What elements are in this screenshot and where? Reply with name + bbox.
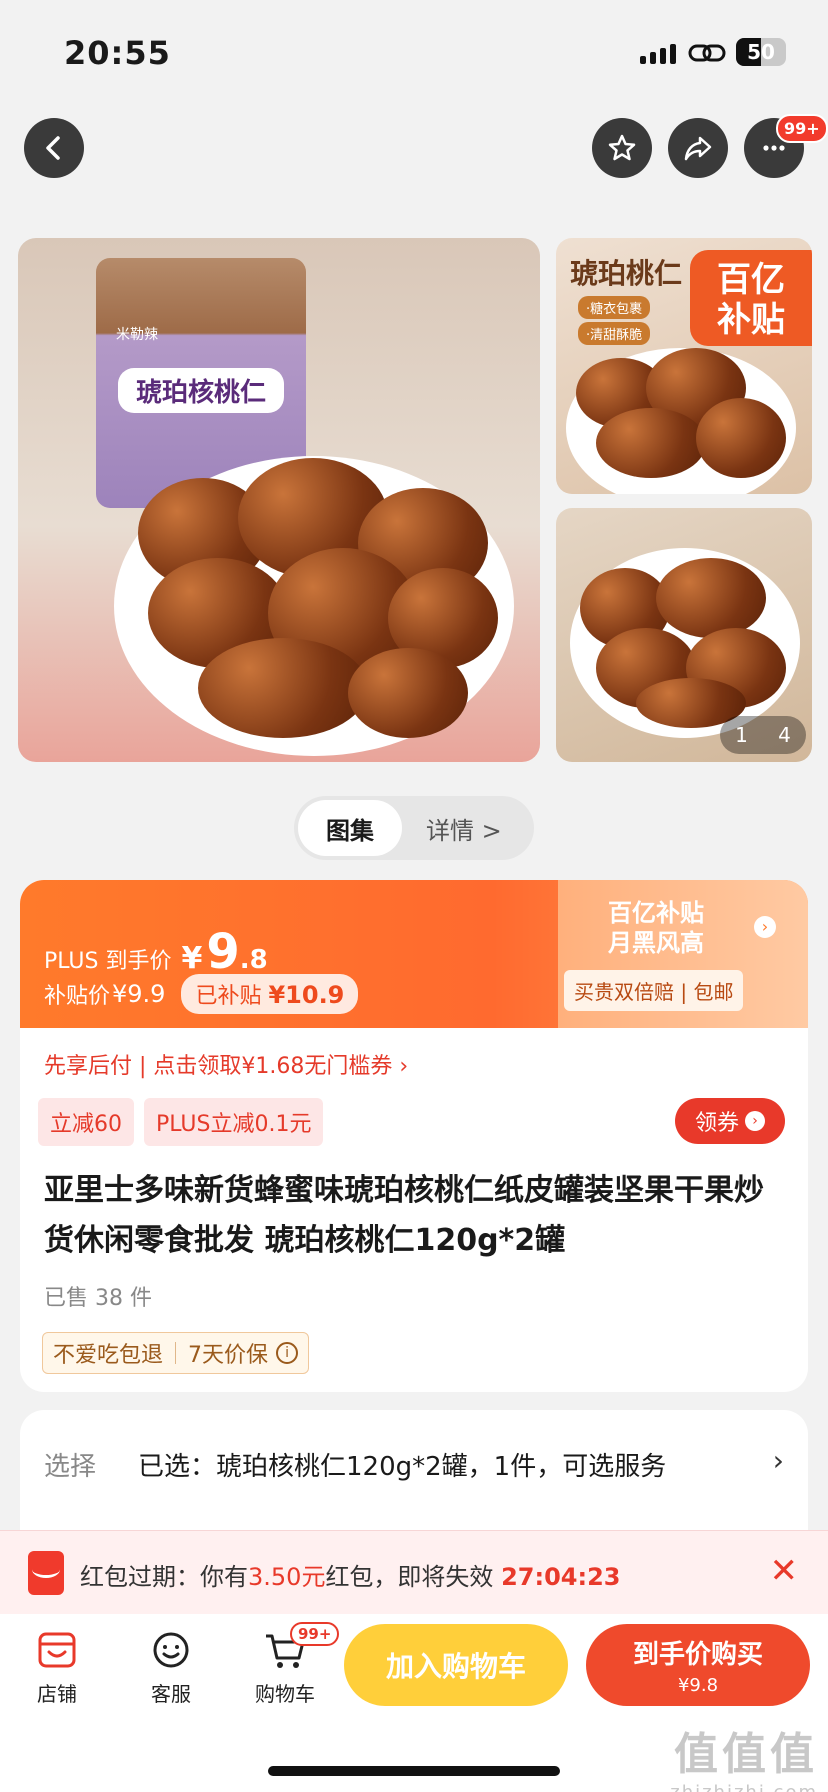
subsidy-badge-line2: 补贴 xyxy=(717,300,785,340)
red-packet-prefix: 红包过期：你有 xyxy=(80,1563,248,1591)
image-counter-total: 4 xyxy=(778,723,791,747)
divider xyxy=(175,1342,177,1364)
subsidy-price-label: 补贴价 xyxy=(44,984,111,1009)
image-counter: 1 4 xyxy=(720,716,806,754)
red-packet-icon xyxy=(28,1551,64,1595)
subsidy-price-line: 补贴价 ¥9.9 已补贴 ¥10.9 xyxy=(44,974,359,1014)
plus-discount-tag: PLUS立减0.1元 xyxy=(144,1098,324,1146)
share-button[interactable] xyxy=(668,118,728,178)
product-title: 亚里士多味新货蜂蜜味琥珀核桃仁纸皮罐装坚果干果炒货休闲零食批发 琥珀核桃仁120… xyxy=(44,1173,764,1258)
subsidy-slogan: 百亿补贴 月黑风高 xyxy=(608,898,704,958)
plus-price: PLUS 到手价 ¥ 9 .8 xyxy=(44,924,268,980)
signal-icon xyxy=(640,44,676,64)
pay-later-coupon-link[interactable]: 先享后付 | 点击领取¥1.68无门槛券 › xyxy=(44,1048,408,1080)
price-guarantee: 买贵双倍赔 | 包邮 xyxy=(564,970,744,1011)
plus-price-integer: 9 xyxy=(206,924,240,980)
tab-details[interactable]: 详情 > xyxy=(426,796,502,860)
subsidized-amount: ¥10.9 xyxy=(268,981,345,1009)
subsidized-label: 已补贴 xyxy=(195,984,262,1009)
customer-service-button[interactable]: 客服 xyxy=(126,1628,216,1707)
gallery-detail-toggle: 图集 详情 > xyxy=(294,796,534,860)
product-main-image[interactable]: 米勒辣 琥珀核桃仁 xyxy=(18,238,540,762)
get-coupon-button[interactable]: 领券 › xyxy=(675,1098,785,1144)
battery-icon: 50 xyxy=(736,38,786,66)
service-price-protect: 7天价保 xyxy=(188,1343,269,1368)
red-packet-amount: 3.50元 xyxy=(248,1563,326,1591)
customer-service-icon xyxy=(153,1632,189,1668)
buy-now-button[interactable]: 到手价购买 ¥9.8 xyxy=(586,1624,810,1706)
get-coupon-label: 领券 xyxy=(694,1111,739,1136)
jar-label: 琥珀核桃仁 xyxy=(118,368,284,413)
service-guarantee[interactable]: 不爱吃包退 7天价保 i xyxy=(42,1332,310,1374)
red-packet-countdown: 27:04:23 xyxy=(501,1563,621,1591)
walnut xyxy=(656,558,766,638)
add-to-cart-button[interactable]: 加入购物车 xyxy=(344,1624,568,1706)
tab-gallery[interactable]: 图集 xyxy=(298,800,402,856)
watermark: 值值值 zhizhizhi.com xyxy=(670,1718,818,1792)
thumb-title: 琥珀桃仁 xyxy=(570,257,683,290)
back-icon xyxy=(46,136,60,160)
plus-price-yen: ¥ xyxy=(181,941,203,976)
product-info-card: PLUS 到手价 ¥ 9 .8 补贴价 ¥9.9 已补贴 ¥10.9 百亿补贴 … xyxy=(20,880,808,1392)
watermark-logo: 值值值 xyxy=(674,1729,818,1780)
sold-count: 已售 38 件 xyxy=(44,1286,152,1311)
cart-badge: 99+ xyxy=(290,1622,340,1646)
subsidy-promo[interactable]: 百亿补贴 月黑风高 › 买贵双倍赔 | 包邮 xyxy=(558,880,808,1028)
discount-tag: 立减60 xyxy=(38,1098,134,1146)
buy-now-price: ¥9.8 xyxy=(677,1675,719,1696)
status-time: 20:55 xyxy=(64,34,171,72)
thumb-tag: ·糖衣包裹 xyxy=(578,296,651,319)
image-counter-current: 1 xyxy=(735,723,748,747)
walnut xyxy=(348,648,468,738)
info-icon: i xyxy=(276,1342,299,1364)
shop-button[interactable]: 店铺 xyxy=(12,1628,102,1707)
walnut xyxy=(596,408,706,478)
red-packet-banner[interactable]: 红包过期：你有3.50元红包，即将失效 27:04:23 ✕ xyxy=(0,1530,828,1614)
selection-label: 选择 xyxy=(44,1452,97,1482)
subsidy-slogan-line1: 百亿补贴 xyxy=(608,899,704,927)
selection-value: 已选：琥珀核桃仁120g*2罐，1件，可选服务 xyxy=(138,1452,667,1482)
subsidy-price: ¥9.9 xyxy=(112,980,166,1008)
plus-price-decimal: .8 xyxy=(239,945,268,975)
shop-label: 店铺 xyxy=(37,1682,77,1706)
home-indicator xyxy=(268,1766,560,1776)
cart-label: 购物车 xyxy=(255,1682,315,1706)
buy-now-label: 到手价购买 xyxy=(632,1640,763,1670)
star-icon xyxy=(608,134,636,161)
bottom-action-bar: 店铺 客服 购物车 99+ 加入购物车 到手价购买 ¥9.8 值值值 zhizh… xyxy=(0,1614,828,1792)
close-icon[interactable]: ✕ xyxy=(770,1551,799,1591)
plus-price-label: PLUS 到手价 xyxy=(44,949,172,974)
red-packet-text: 红包过期：你有3.50元红包，即将失效 27:04:23 xyxy=(80,1557,620,1592)
thumb-tag: ·清甜酥脆 xyxy=(578,322,651,345)
service-return: 不爱吃包退 xyxy=(53,1343,164,1368)
jar-brand: 米勒辣 xyxy=(116,327,158,343)
subsidy-slogan-line2: 月黑风高 xyxy=(608,929,704,957)
price-header: PLUS 到手价 ¥ 9 .8 补贴价 ¥9.9 已补贴 ¥10.9 百亿补贴 … xyxy=(20,880,808,1028)
battery-level: 50 xyxy=(747,40,775,64)
shop-icon xyxy=(38,1632,76,1668)
walnut xyxy=(696,398,786,478)
link-icon xyxy=(688,44,726,62)
chevron-right-icon: › xyxy=(754,916,776,938)
product-thumb-1[interactable]: 琥珀桃仁 ·糖衣包裹 ·清甜酥脆 百亿 补贴 xyxy=(556,238,812,494)
chevron-right-icon: › xyxy=(772,1444,784,1477)
message-badge: 99+ xyxy=(776,114,828,143)
status-bar: 20:55 50 xyxy=(0,0,828,100)
share-icon xyxy=(684,136,712,161)
subsidy-badge: 百亿 补贴 xyxy=(690,250,812,346)
watermark-url: zhizhizhi.com xyxy=(670,1782,818,1792)
walnut xyxy=(198,638,368,738)
chevron-right-icon: › xyxy=(745,1111,765,1131)
subsidized-pill: 已补贴 ¥10.9 xyxy=(181,974,359,1014)
subsidy-badge-line1: 百亿 xyxy=(717,260,785,300)
customer-service-label: 客服 xyxy=(151,1682,191,1706)
favorite-button[interactable] xyxy=(592,118,652,178)
red-packet-suffix: 红包，即将失效 xyxy=(325,1563,494,1591)
back-button[interactable] xyxy=(24,118,84,178)
